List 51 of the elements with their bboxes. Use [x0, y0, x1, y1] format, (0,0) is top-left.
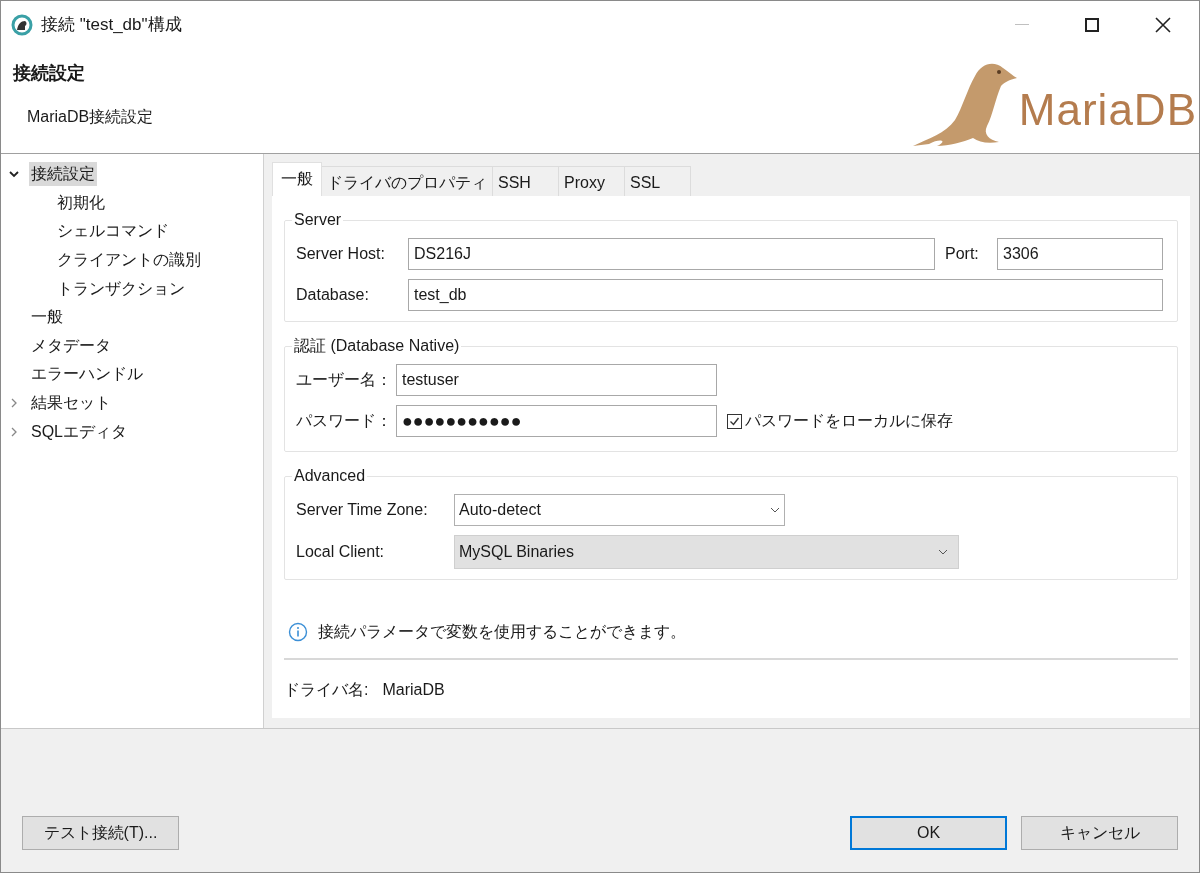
- chevron-down-icon: [938, 549, 948, 555]
- tree-item[interactable]: 初期化: [55, 190, 107, 215]
- dropdown[interactable]: Auto-detect: [454, 494, 785, 526]
- close-icon[interactable]: [1155, 16, 1171, 33]
- dialog-button[interactable]: OK: [850, 816, 1007, 850]
- page-subtitle: MariaDB接続設定: [27, 107, 154, 127]
- tab[interactable]: ドライバのプロパティ: [322, 166, 493, 196]
- input-field[interactable]: testuser: [396, 364, 717, 396]
- group-title: Advanced: [293, 466, 367, 486]
- tree-item[interactable]: SQLエディタ: [29, 419, 129, 444]
- group-title: Server: [293, 210, 343, 230]
- dialog-button[interactable]: テスト接続(T)...: [22, 816, 179, 850]
- dialog-button[interactable]: キャンセル: [1021, 816, 1178, 850]
- field-label: Server Host:: [296, 244, 386, 264]
- driver-label: ドライバ名:: [284, 680, 369, 700]
- info-text: 接続パラメータで変数を使用することができます。: [318, 622, 686, 642]
- chevron-down-icon: [770, 507, 780, 513]
- tree-item[interactable]: クライアントの識別: [55, 248, 203, 273]
- field-label: Local Client:: [296, 542, 386, 562]
- expand-icon[interactable]: [9, 398, 19, 409]
- tab[interactable]: Proxy: [559, 166, 625, 196]
- tab[interactable]: 一般: [272, 162, 322, 196]
- checkbox[interactable]: [727, 413, 742, 429]
- tree-item[interactable]: 結果セット: [29, 391, 113, 416]
- tree-item[interactable]: シェルコマンド: [55, 219, 171, 244]
- password-field[interactable]: ●●●●●●●●●●●: [396, 405, 717, 437]
- input-field[interactable]: test_db: [408, 279, 1163, 311]
- field-label: Database:: [296, 285, 370, 305]
- tab[interactable]: SSL: [625, 166, 691, 196]
- expand-icon[interactable]: [9, 426, 19, 437]
- window-title: 接続 "test_db"構成: [41, 13, 182, 36]
- tab[interactable]: SSH: [493, 166, 559, 196]
- field-label: パスワード：: [296, 411, 393, 431]
- tree-item[interactable]: メタデータ: [29, 333, 113, 358]
- tree-item[interactable]: トランザクション: [55, 276, 187, 301]
- tree-item[interactable]: 接続設定: [29, 162, 97, 187]
- info-icon: [288, 622, 308, 642]
- field-label: Port:: [945, 244, 980, 264]
- input-field[interactable]: 3306: [997, 238, 1163, 270]
- group-title: 認証 (Database Native): [293, 336, 461, 356]
- driver-name: MariaDB: [382, 680, 445, 700]
- collapse-icon[interactable]: [9, 169, 19, 180]
- checkbox-label[interactable]: パスワードをローカルに保存: [745, 409, 953, 433]
- logo-text: MariaDB: [1018, 88, 1197, 132]
- field-label: Server Time Zone:: [296, 500, 429, 520]
- tree-item[interactable]: エラーハンドル: [29, 362, 145, 387]
- tree-item[interactable]: 一般: [29, 305, 65, 330]
- field-label: ユーザー名：: [296, 370, 393, 390]
- page-title: 接続設定: [13, 62, 86, 85]
- input-field[interactable]: DS216J: [408, 238, 935, 270]
- app-icon: [11, 13, 33, 36]
